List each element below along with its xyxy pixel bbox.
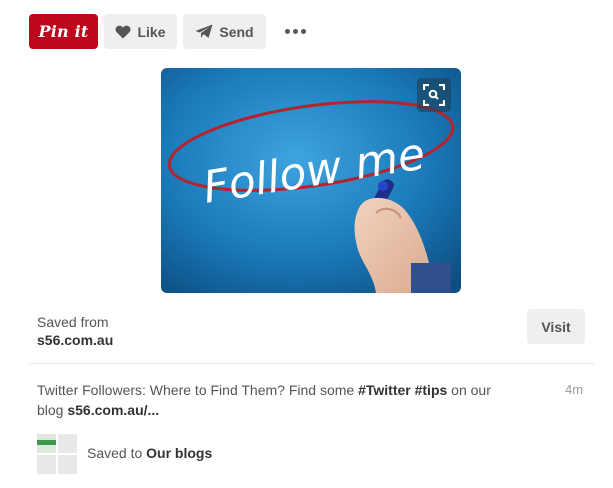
board-thumbnail-tile xyxy=(58,455,77,474)
follow-me-image: Follow me xyxy=(161,68,461,293)
send-button[interactable]: Send xyxy=(183,14,266,49)
visit-button[interactable]: Visit xyxy=(527,309,585,344)
visual-search-icon xyxy=(423,84,445,106)
hashtag-link[interactable]: #tips xyxy=(415,382,448,398)
hashtag-link[interactable]: #Twitter xyxy=(358,382,411,398)
description-text: Twitter Followers: Where to Find Them? F… xyxy=(37,382,359,398)
saved-to-label: Saved to xyxy=(87,445,147,461)
more-options-button[interactable] xyxy=(280,14,310,49)
board-name-link[interactable]: Our blogs xyxy=(146,445,212,461)
more-dot-icon xyxy=(300,29,306,34)
saved-from-section: Saved from s56.com.au xyxy=(37,313,113,349)
visual-search-button[interactable] xyxy=(417,78,451,112)
like-button[interactable]: Like xyxy=(104,14,177,49)
send-label: Send xyxy=(219,23,254,40)
source-domain-link[interactable]: s56.com.au xyxy=(37,331,113,349)
pin-toolbar: Pin it Like Send xyxy=(29,14,310,49)
pin-image[interactable]: Follow me xyxy=(161,68,461,293)
like-label: Like xyxy=(137,23,166,40)
board-thumbnail-tile xyxy=(37,434,56,453)
board-thumbnail[interactable] xyxy=(37,434,77,474)
pin-it-button[interactable]: Pin it xyxy=(29,14,98,49)
board-thumbnail-tile xyxy=(37,455,56,474)
heart-icon xyxy=(115,25,131,38)
more-dot-icon xyxy=(292,29,298,34)
pin-description: Twitter Followers: Where to Find Them? F… xyxy=(37,380,517,420)
more-dot-icon xyxy=(284,29,290,34)
saved-to-text: Saved to Our blogs xyxy=(87,445,212,461)
divider xyxy=(29,363,594,364)
timestamp: 4m xyxy=(565,382,584,397)
description-link[interactable]: s56.com.au/... xyxy=(67,402,159,418)
paper-plane-icon xyxy=(195,24,213,38)
saved-from-label: Saved from xyxy=(37,314,109,330)
board-thumbnail-tile xyxy=(58,434,77,453)
